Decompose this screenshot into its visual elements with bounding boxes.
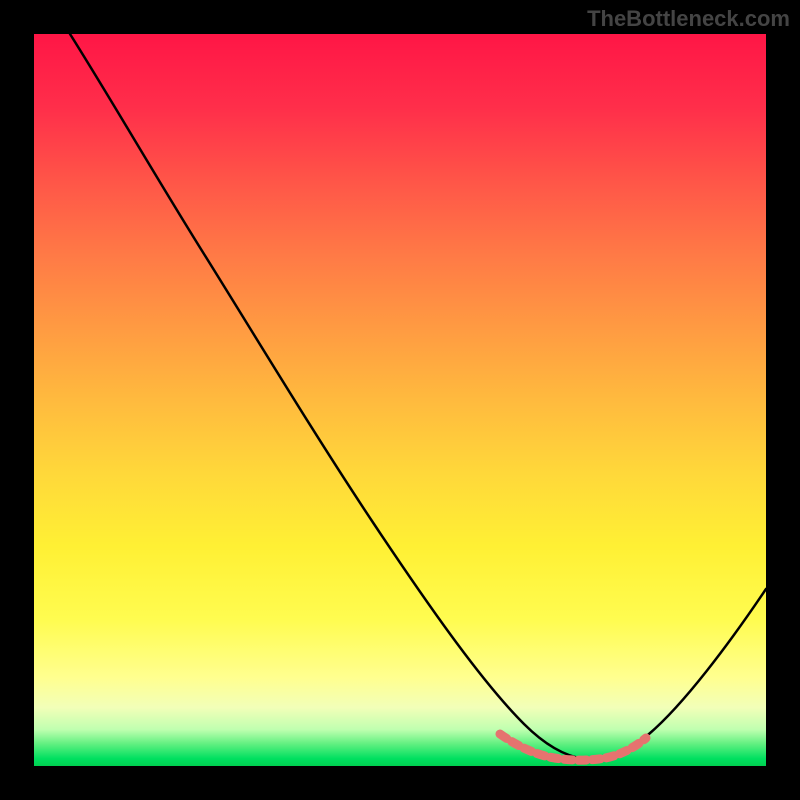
watermark-text: TheBottleneck.com [587,6,790,32]
chart-curves-svg [34,34,766,766]
optimal-zone-path [500,734,646,760]
bottleneck-curve-path [70,34,766,759]
chart-plot-area [34,34,766,766]
